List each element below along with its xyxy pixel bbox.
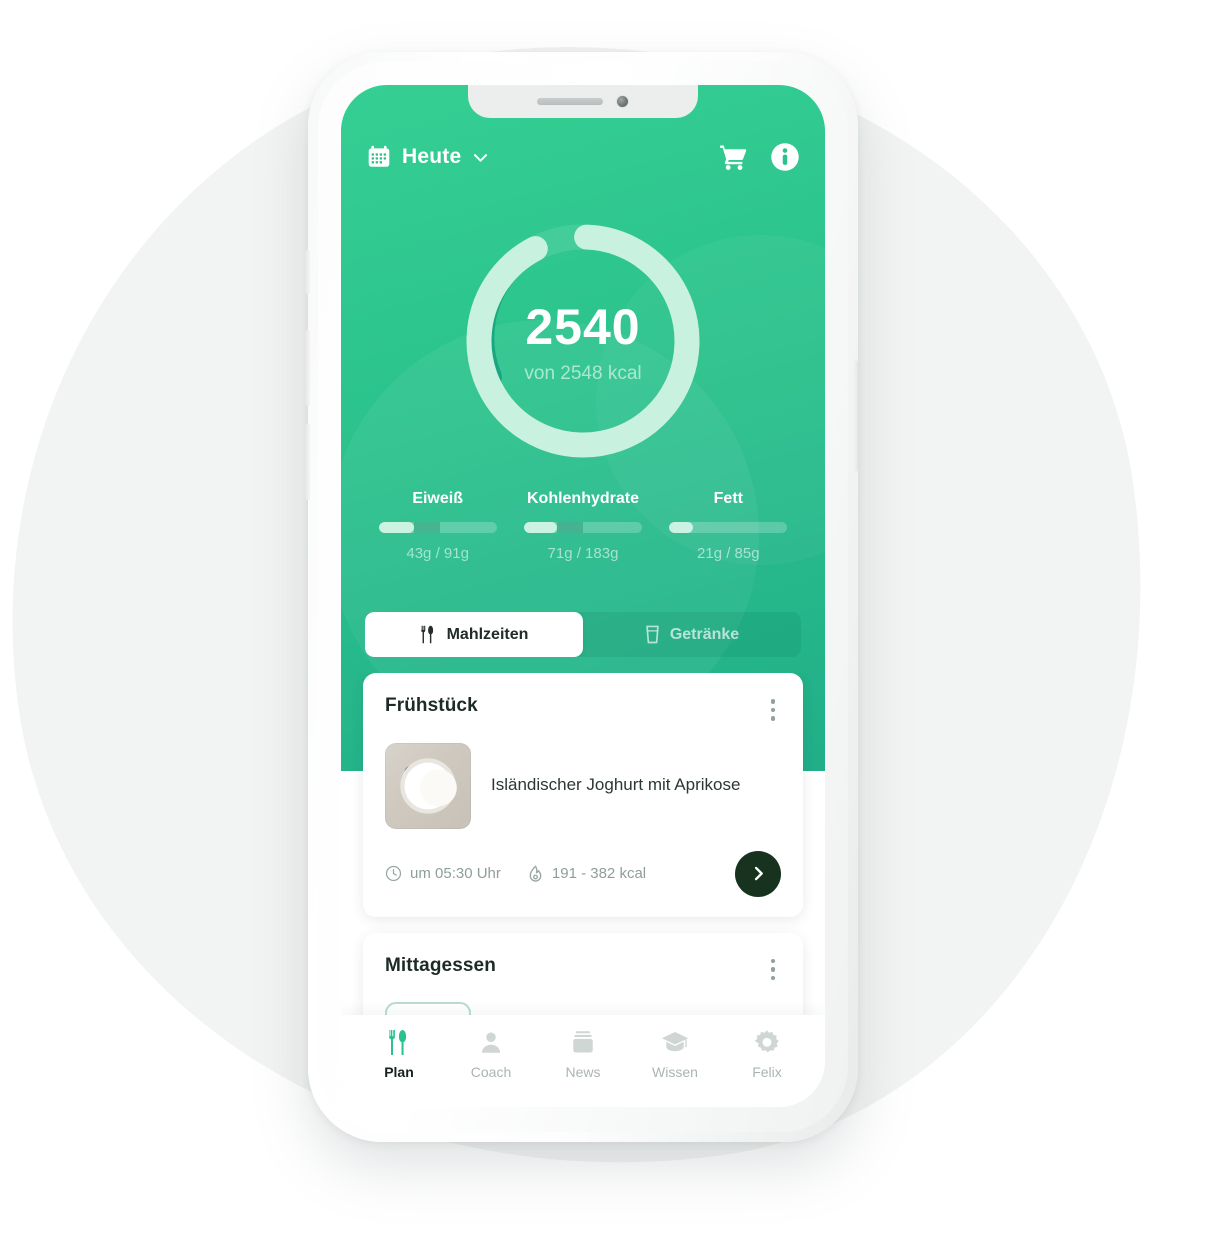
phone-mute-switch [305,250,310,294]
meal-title: Frühstück [385,695,478,716]
nav-label: Plan [384,1064,414,1080]
nav-label: Coach [470,1064,512,1080]
macro-value: 21g / 85g [697,545,760,562]
person-icon [478,1029,504,1056]
macro-label: Kohlenhydrate [526,490,639,507]
chevron-down-icon [471,148,490,167]
kebab-dot [770,707,775,712]
macro-progress-bar [523,522,642,533]
info-icon[interactable] [770,142,800,172]
tab-getraenke[interactable]: Getränke [583,612,801,657]
meal-item-name: Isländischer Joghurt mit Aprikose [491,775,741,795]
meal-card-body: Isländischer Joghurt mit Aprikose [385,742,781,829]
meal-card-header: Mittagessen [385,955,781,985]
kebab-dot [770,716,775,721]
meal-card-header: Frühstück [385,695,781,725]
macro-bar-fill [378,522,415,533]
macro-progress-bar [669,522,788,533]
kebab-menu-icon[interactable] [765,695,782,725]
kebab-dot [770,699,775,704]
calorie-goal-label: von 2548 kcal [524,362,642,384]
nav-label: Wissen [652,1064,698,1080]
chevron-right-icon [749,864,768,883]
meal-calories: 191 - 382 kcal [527,864,647,883]
cutlery-icon [420,625,437,644]
nav-item-coach[interactable]: Coach [445,1029,537,1080]
phone-notch [468,85,698,118]
macro-fat: Fett 21g / 85g [656,490,801,562]
calorie-ring-center: 2540 von 2548 kcal [452,210,714,472]
content-tabs: Mahlzeiten Getränke [365,612,801,657]
phone-volume-up-button [305,330,310,406]
nav-item-plan[interactable]: Plan [353,1029,445,1080]
nav-item-wissen[interactable]: Wissen [629,1029,721,1080]
tab-label: Getränke [669,625,740,643]
macro-summary: Eiweiß 43g / 91g Kohlenhydrate 71g / 183… [341,490,825,562]
app-header: Heute [341,133,825,181]
meal-title: Mittagessen [385,954,496,976]
macro-bar-mid [414,522,440,533]
kebab-menu-icon[interactable] [765,955,782,985]
macro-label: Fett [713,490,743,507]
macro-bar-mid [557,522,583,533]
bottom-navigation: Plan Coach News Wissen Felix [341,1015,825,1107]
meal-card-footer: um 05:30 Uhr 191 - 382 kcal [385,850,781,897]
phone-screen: Heute 2540 von 2548 kcal Eiweiß 43g / 91… [341,85,825,1107]
meal-thumbnail [385,742,471,829]
meal-calories-label: 191 - 382 kcal [551,865,647,882]
clock-icon [385,865,402,882]
nav-label: Felix [752,1064,782,1080]
phone-power-button [853,360,858,472]
meal-card-breakfast[interactable]: Frühstück Isländischer Joghurt mit Aprik… [363,673,803,917]
meal-detail-button[interactable] [735,850,781,897]
macro-value: 71g / 183g [547,545,619,562]
cutlery-icon [387,1029,412,1056]
nav-label: News [565,1064,601,1080]
glass-icon [645,625,660,644]
kebab-dot [770,958,775,963]
kebab-dot [770,975,775,980]
phone-volume-down-button [305,424,310,500]
newspaper-icon [570,1029,596,1056]
nav-item-news[interactable]: News [537,1029,629,1080]
cart-icon[interactable] [719,144,748,171]
gear-icon [754,1029,780,1056]
meal-time: um 05:30 Uhr [385,865,501,882]
macro-label: Eiweiß [412,490,463,507]
flame-icon [527,864,544,883]
macro-value: 43g / 91g [406,545,469,562]
calorie-progress-ring: 2540 von 2548 kcal [452,210,714,472]
tab-mahlzeiten[interactable]: Mahlzeiten [365,612,583,657]
macro-carbs: Kohlenhydrate 71g / 183g [510,490,655,562]
header-actions [719,142,800,172]
tab-label: Mahlzeiten [446,625,529,643]
earpiece-speaker [537,98,603,105]
date-selector[interactable]: Heute [366,144,490,170]
kebab-dot [770,967,775,972]
date-label: Heute [402,145,462,168]
front-camera [616,95,629,108]
meal-time-label: um 05:30 Uhr [410,865,501,882]
macro-protein: Eiweiß 43g / 91g [365,490,510,562]
calorie-value: 2540 [525,298,641,355]
nav-item-felix[interactable]: Felix [721,1029,813,1080]
graduation-cap-icon [661,1029,689,1056]
macro-progress-bar [378,522,497,533]
macro-bar-fill [669,522,693,533]
calendar-icon [366,144,392,170]
macro-bar-fill [523,522,558,533]
